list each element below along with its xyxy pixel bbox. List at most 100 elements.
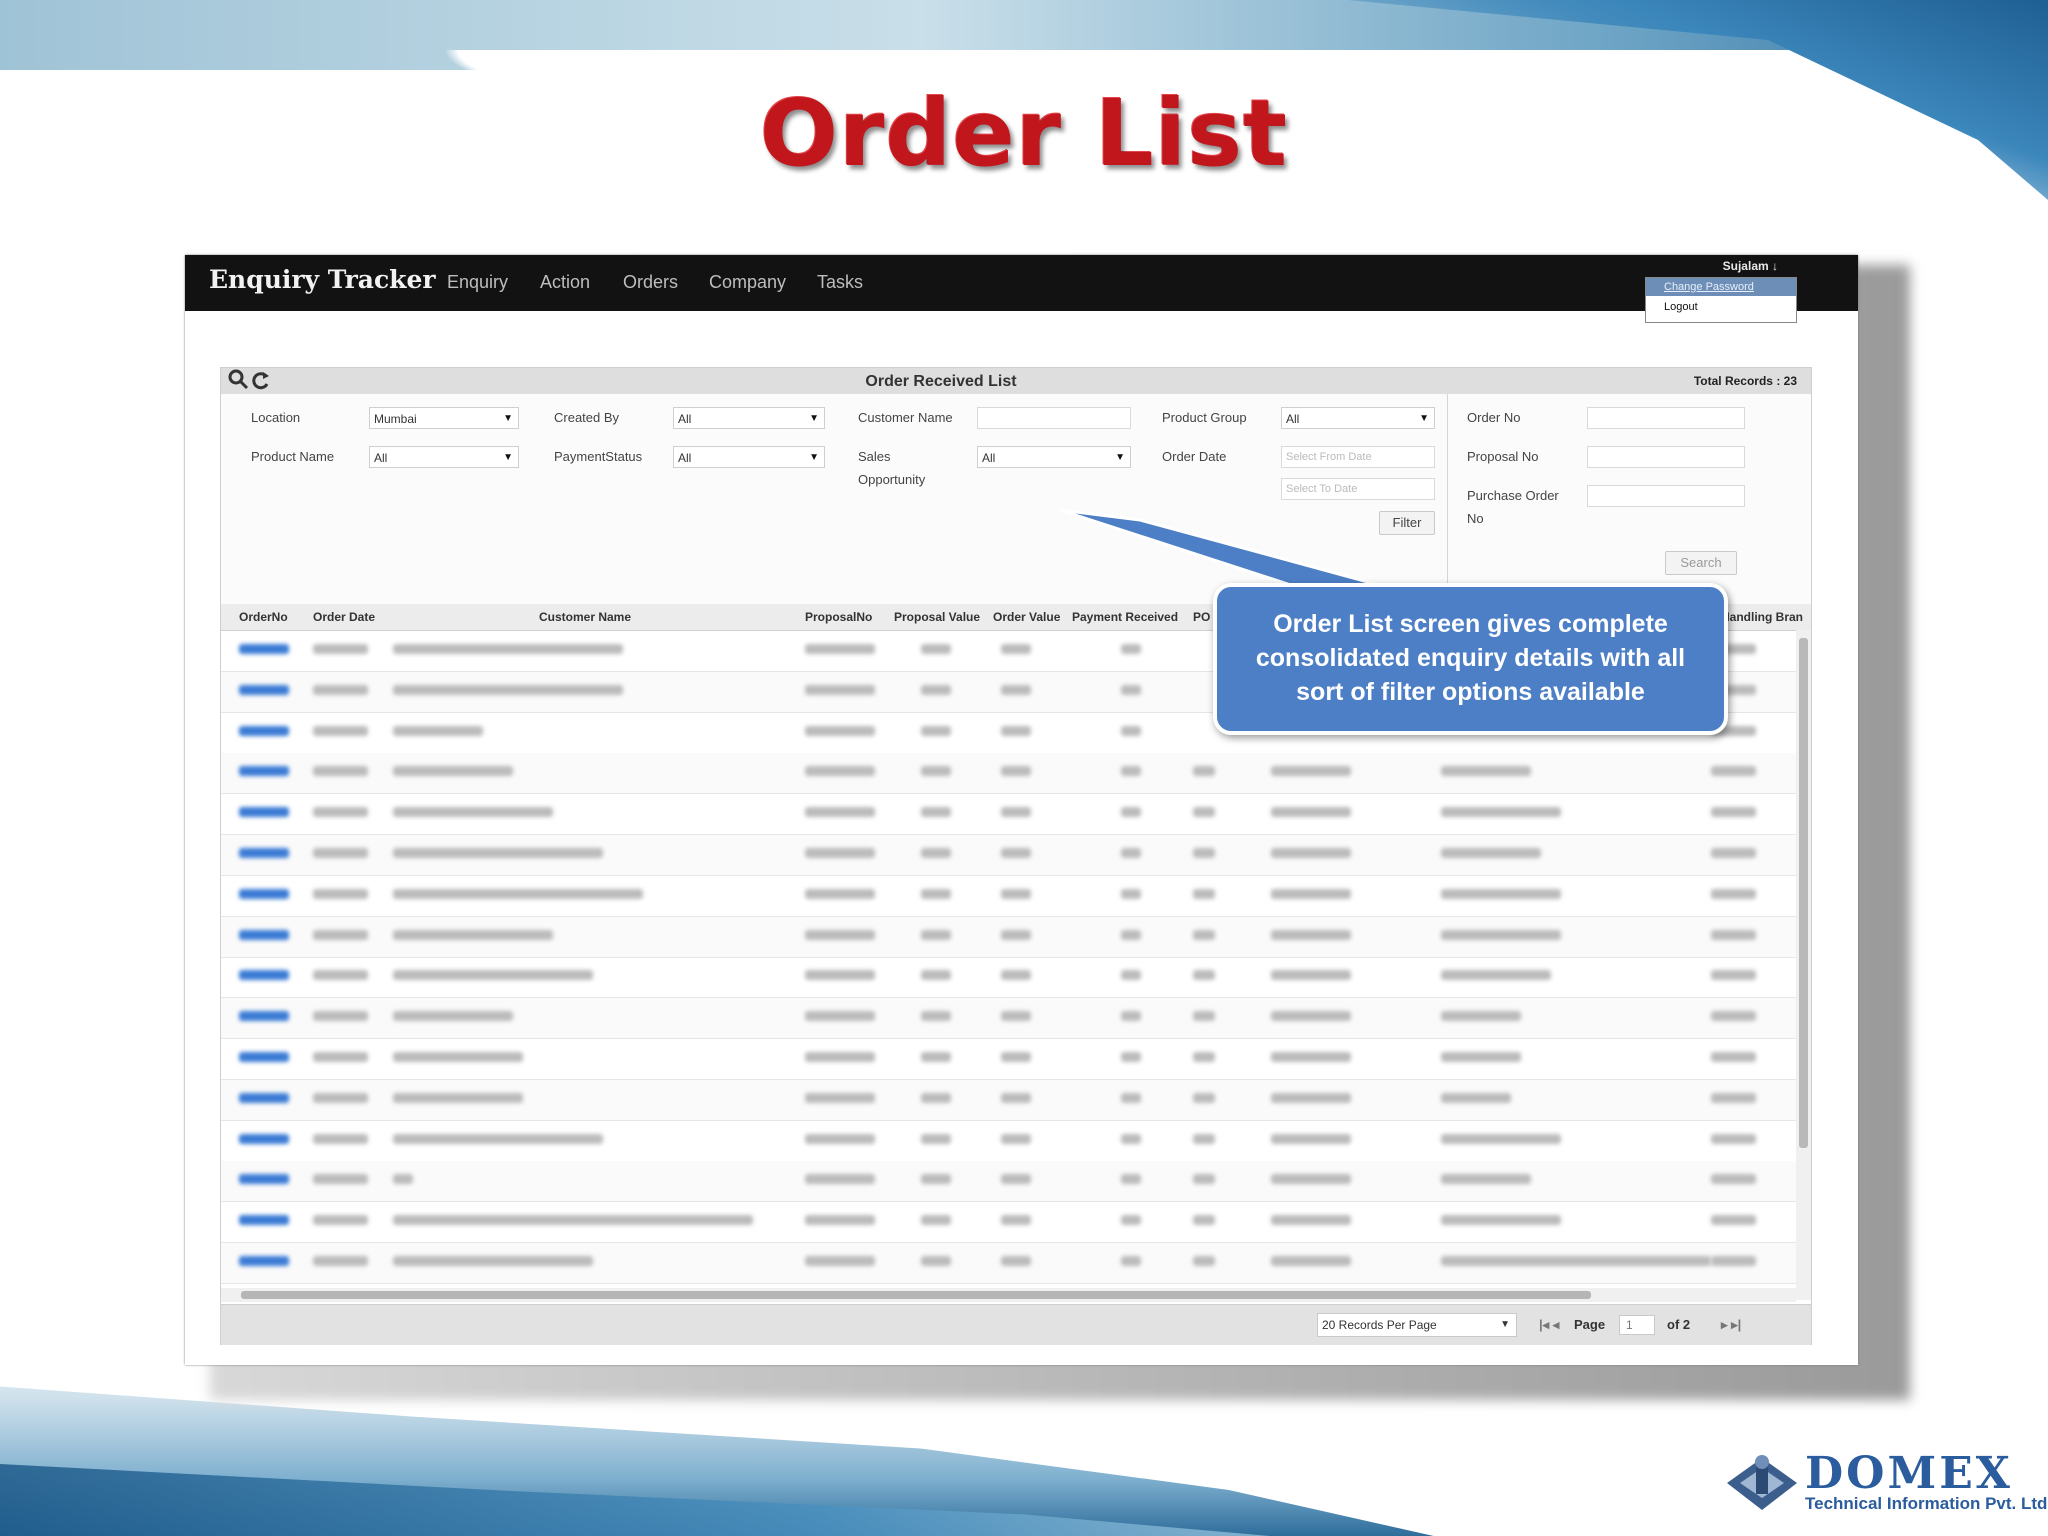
nav-company[interactable]: Company	[709, 272, 786, 293]
table-cell	[805, 1174, 875, 1185]
scroll-thumb[interactable]	[241, 1291, 1591, 1299]
table-row[interactable]	[221, 1079, 1796, 1121]
first-page-icon[interactable]: |◂ ◂	[1539, 1317, 1559, 1333]
table-cell	[1001, 766, 1031, 777]
table-row[interactable]	[221, 1243, 1796, 1284]
col-order-date[interactable]: Order Date	[313, 610, 375, 624]
order-no-label: Order No	[1467, 410, 1521, 425]
table-cell	[921, 1174, 951, 1185]
table-cell[interactable]	[239, 848, 289, 858]
table-cell	[313, 1092, 368, 1103]
table-row[interactable]	[221, 957, 1796, 999]
nav-orders[interactable]: Orders	[623, 272, 678, 293]
table-cell[interactable]	[239, 929, 289, 940]
change-password-link[interactable]: Change Password	[1646, 278, 1796, 296]
table-row[interactable]	[221, 835, 1796, 876]
table-row[interactable]	[221, 1202, 1796, 1244]
search-button[interactable]: Search	[1665, 551, 1737, 575]
customer-name-input[interactable]	[977, 407, 1131, 429]
table-cell	[313, 929, 368, 940]
order-list-panel: Order Received List Total Records : 23 L…	[220, 367, 1812, 1345]
col-proposal-no[interactable]: ProposalNo	[805, 610, 872, 624]
table-cell	[1441, 1215, 1561, 1226]
table-cell	[1271, 1092, 1351, 1103]
filter-button[interactable]: Filter	[1379, 511, 1435, 535]
table-cell[interactable]	[239, 1092, 289, 1103]
table-cell	[1001, 1052, 1031, 1062]
col-customer-name[interactable]: Customer Name	[539, 610, 631, 624]
product-group-label: Product Group	[1162, 410, 1247, 425]
from-date-input[interactable]: Select From Date	[1281, 446, 1435, 468]
sales-opportunity-select[interactable]: All ▼	[977, 446, 1131, 468]
table-cell	[1711, 888, 1756, 899]
logout-link[interactable]: Logout	[1646, 296, 1796, 318]
nav-enquiry[interactable]: Enquiry	[447, 272, 508, 293]
user-menu-toggle[interactable]: Sujalam ↓	[1723, 259, 1778, 273]
col-po[interactable]: PO	[1193, 610, 1210, 624]
product-name-select[interactable]: All ▼	[369, 446, 519, 468]
table-cell	[805, 807, 875, 818]
last-page-icon[interactable]: ▸ ▸|	[1721, 1317, 1741, 1333]
col-order-value[interactable]: Order Value	[993, 610, 1060, 624]
table-cell[interactable]	[239, 725, 289, 736]
table-row[interactable]	[221, 876, 1796, 917]
globe-icon	[1727, 1455, 1797, 1510]
table-cell[interactable]	[239, 1256, 289, 1266]
to-date-input[interactable]: Select To Date	[1281, 478, 1435, 500]
location-select[interactable]: Mumbai ▼	[369, 407, 519, 429]
proposal-no-input[interactable]	[1587, 446, 1745, 468]
table-cell[interactable]	[239, 1052, 289, 1062]
nav-tasks[interactable]: Tasks	[817, 272, 863, 293]
purchase-order-label: Purchase Order	[1467, 488, 1559, 503]
table-cell[interactable]	[239, 766, 289, 777]
table-row[interactable]	[221, 1121, 1796, 1162]
logo-name: DOMEX	[1805, 1448, 2013, 1499]
vertical-scrollbar[interactable]	[1796, 630, 1811, 1300]
horizontal-scrollbar[interactable]	[221, 1288, 1796, 1302]
scroll-thumb[interactable]	[1799, 638, 1808, 1148]
table-cell[interactable]	[239, 807, 289, 818]
purchase-order-input[interactable]	[1587, 485, 1745, 507]
table-cell[interactable]	[239, 1011, 289, 1022]
brand-logo[interactable]: Enquiry Tracker	[209, 265, 436, 294]
table-row[interactable]	[221, 1161, 1796, 1203]
nav-action[interactable]: Action	[540, 272, 590, 293]
table-cell	[1121, 1215, 1141, 1226]
table-cell	[921, 1092, 951, 1103]
table-cell	[921, 807, 951, 818]
payment-status-select[interactable]: All ▼	[673, 446, 825, 468]
table-cell	[1001, 725, 1031, 736]
created-by-select[interactable]: All ▼	[673, 407, 825, 429]
table-cell[interactable]	[239, 888, 289, 899]
chevron-down-icon: ▼	[503, 413, 513, 424]
table-cell	[393, 1174, 413, 1185]
table-cell	[313, 970, 368, 981]
col-order-no[interactable]: OrderNo	[239, 610, 288, 624]
table-cell	[921, 970, 951, 981]
col-handling-branch[interactable]: Handling Bran	[1721, 610, 1803, 624]
table-row[interactable]	[221, 753, 1796, 795]
table-cell	[1271, 929, 1351, 940]
table-cell	[1121, 644, 1141, 654]
table-cell[interactable]	[239, 1215, 289, 1226]
table-cell[interactable]	[239, 970, 289, 981]
page-input[interactable]: 1	[1619, 1315, 1655, 1335]
table-cell	[1001, 970, 1031, 981]
table-cell[interactable]	[239, 684, 289, 695]
table-cell	[1271, 1256, 1351, 1266]
table-cell[interactable]	[239, 1133, 289, 1144]
table-cell[interactable]	[239, 1174, 289, 1185]
table-row[interactable]	[221, 1039, 1796, 1080]
table-cell[interactable]	[239, 644, 289, 654]
table-row[interactable]	[221, 794, 1796, 836]
order-no-input[interactable]	[1587, 407, 1745, 429]
table-cell	[1001, 807, 1031, 818]
callout-line-3: sort of filter options available	[1296, 678, 1645, 706]
product-group-select[interactable]: All ▼	[1281, 407, 1435, 429]
col-proposal-value[interactable]: Proposal Value	[894, 610, 980, 624]
table-cell	[393, 848, 603, 858]
col-payment-received[interactable]: Payment Received	[1072, 610, 1178, 624]
table-row[interactable]	[221, 916, 1796, 958]
table-row[interactable]	[221, 998, 1796, 1040]
records-per-page-select[interactable]: 20 Records Per Page ▼	[1317, 1313, 1517, 1337]
